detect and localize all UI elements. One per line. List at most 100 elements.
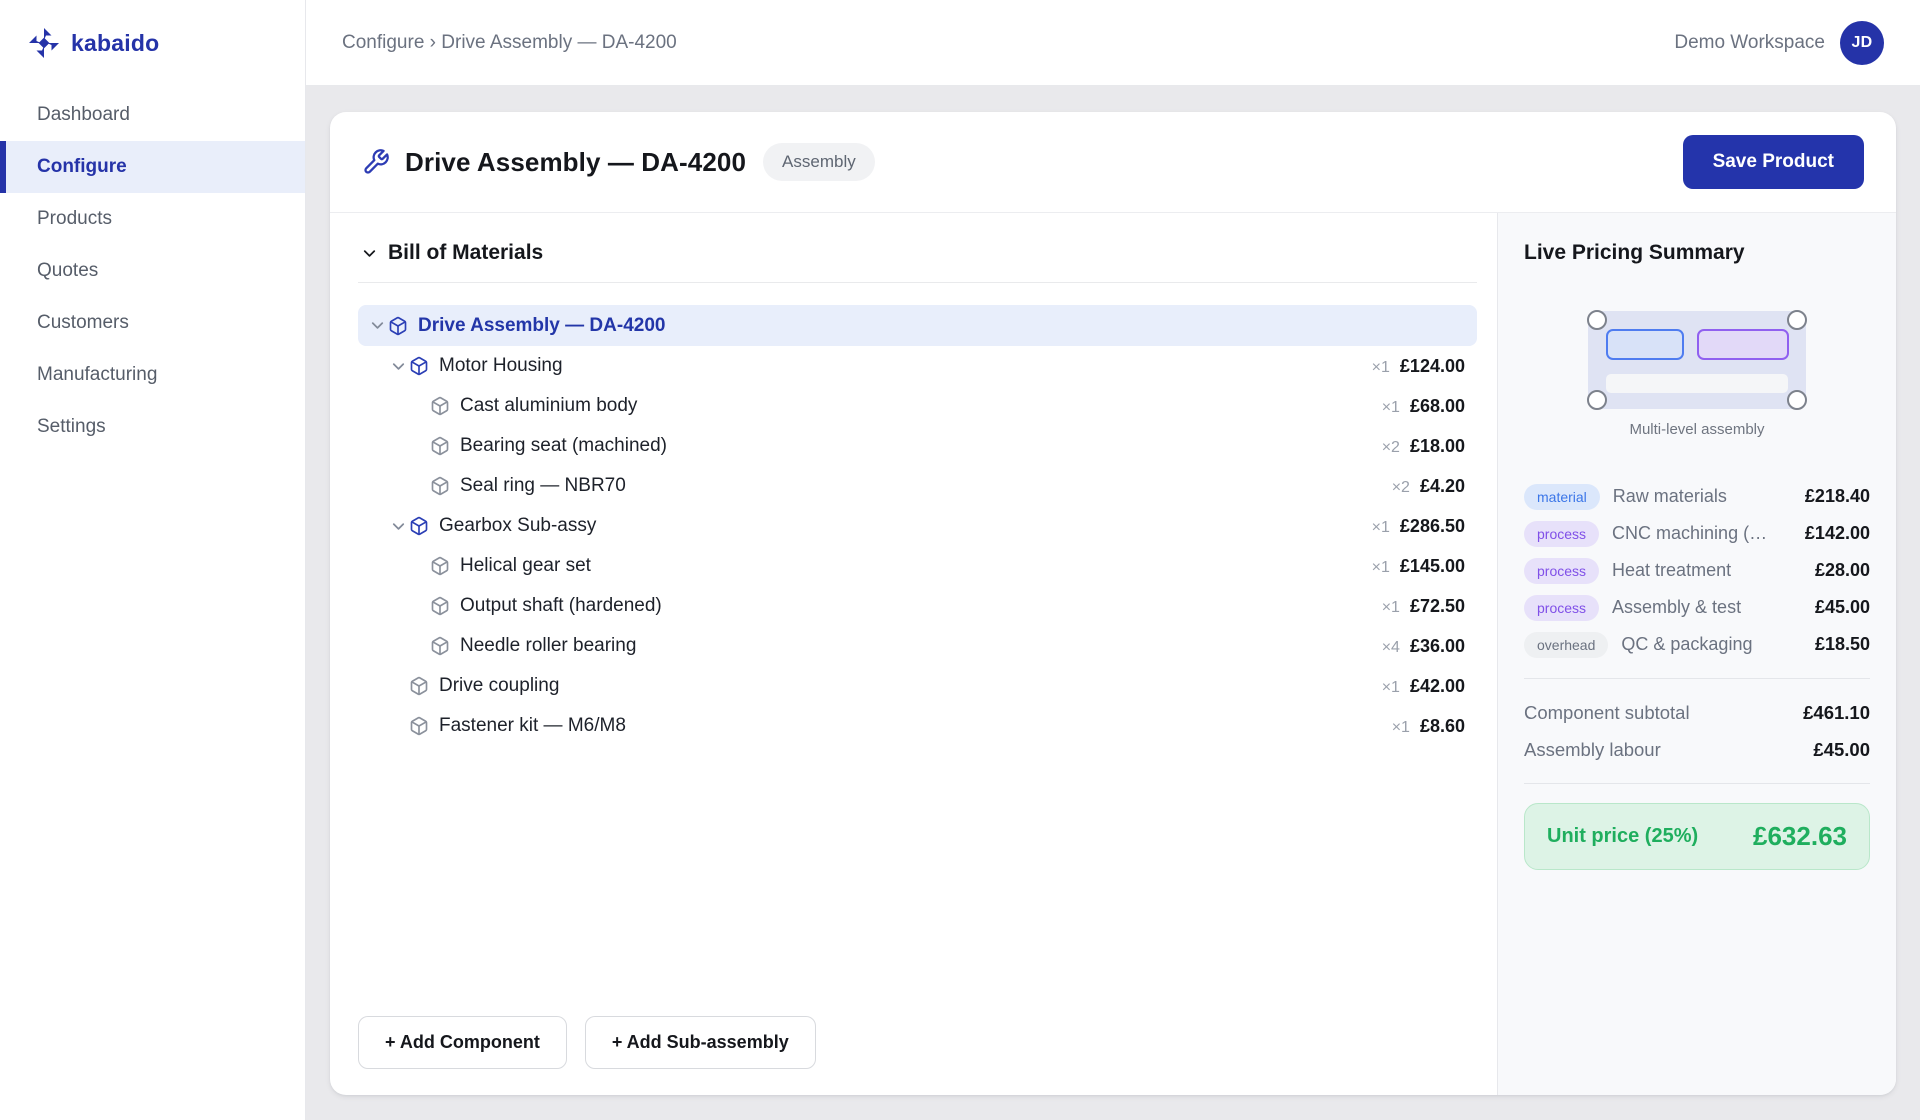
cube-icon — [409, 716, 429, 736]
divider — [1524, 783, 1870, 784]
pricing-line: material Raw materials £218.40 — [1524, 478, 1870, 515]
pricing-line-value: £142.00 — [1805, 523, 1870, 544]
add-component-button[interactable]: + Add Component — [358, 1016, 567, 1069]
chevron-down-icon[interactable] — [389, 517, 408, 536]
bom-row-helical-gear-set[interactable]: Helical gear set ×1 £145.00 — [358, 546, 1477, 586]
bom-row-fastener-kit[interactable]: Fastener kit — M6/M8 ×1 £8.60 — [358, 706, 1477, 746]
cube-icon — [388, 316, 408, 336]
sidebar: kabaido Dashboard Configure Products Quo… — [0, 0, 306, 1120]
cube-icon — [430, 596, 450, 616]
bom-row-label: Fastener kit — M6/M8 — [439, 715, 626, 737]
cube-icon — [430, 556, 450, 576]
sidebar-item-quotes[interactable]: Quotes — [0, 245, 305, 297]
pricing-line-label: Heat treatment — [1612, 560, 1807, 581]
cube-icon — [430, 396, 450, 416]
bom-title: Bill of Materials — [388, 241, 543, 265]
bom-row-qty: ×1 — [1382, 679, 1400, 697]
bom-row-price: £124.00 — [1400, 356, 1465, 377]
divider — [1524, 678, 1870, 679]
sidebar-item-products[interactable]: Products — [0, 193, 305, 245]
bom-row-label: Seal ring — NBR70 — [460, 475, 626, 497]
avatar[interactable]: JD — [1840, 21, 1884, 65]
add-subassembly-button[interactable]: + Add Sub-assembly — [585, 1016, 816, 1069]
topbar-right: Demo Workspace JD — [1674, 21, 1884, 65]
breadcrumb[interactable]: Configure › Drive Assembly — DA-4200 — [342, 32, 677, 54]
cube-icon — [409, 516, 429, 536]
component-subtotal-row: Component subtotal £461.10 — [1524, 694, 1870, 731]
unit-price-box: Unit price (25%) £632.63 — [1524, 803, 1870, 870]
illustration-caption: Multi-level assembly — [1524, 421, 1870, 438]
cube-icon — [430, 436, 450, 456]
bom-row-label: Gearbox Sub-assy — [439, 515, 596, 537]
pricing-line-value: £28.00 — [1815, 560, 1870, 581]
bom-row-price: £68.00 — [1410, 396, 1465, 417]
bom-row-price: £145.00 — [1400, 556, 1465, 577]
pricing-title: Live Pricing Summary — [1524, 241, 1870, 265]
pricing-line: process Assembly & test £45.00 — [1524, 589, 1870, 626]
bom-row-needle-roller-bearing[interactable]: Needle roller bearing ×4£36.00 — [358, 626, 1477, 666]
pricing-line-value: £218.40 — [1805, 486, 1870, 507]
bom-row-price: £8.60 — [1420, 716, 1465, 737]
bom-row-price: £42.00 — [1410, 676, 1465, 697]
bom-row-label: Drive coupling — [439, 675, 559, 697]
cube-icon — [409, 676, 429, 696]
subassembly-block-purple — [1697, 329, 1789, 360]
wrench-icon — [362, 148, 390, 176]
brand-logo[interactable]: kabaido — [0, 0, 305, 89]
assembly-illustration — [1588, 311, 1806, 409]
pricing-line: overhead QC & packaging £18.50 — [1524, 626, 1870, 663]
bom-row-motor-housing[interactable]: Motor Housing ×1 £124.00 — [358, 346, 1477, 386]
bom-row-qty: ×1 — [1372, 359, 1390, 377]
bom-row-bearing-seat[interactable]: Bearing seat (machined) ×2£18.00 — [358, 426, 1477, 466]
sidebar-item-settings[interactable]: Settings — [0, 401, 305, 453]
bom-row-qty: ×1 — [1372, 559, 1390, 577]
corner-node — [1787, 390, 1807, 410]
topbar: Configure › Drive Assembly — DA-4200 Dem… — [306, 0, 1920, 86]
corner-node — [1587, 310, 1607, 330]
bom-row-drive-assembly[interactable]: Drive Assembly — DA-4200 — [358, 305, 1477, 346]
process-badge: process — [1524, 558, 1599, 584]
sidebar-item-dashboard[interactable]: Dashboard — [0, 89, 305, 141]
brand-name: kabaido — [71, 30, 159, 57]
bom-row-seal-ring[interactable]: Seal ring — NBR70 ×2£4.20 — [358, 466, 1477, 506]
sidebar-item-manufacturing[interactable]: Manufacturing — [0, 349, 305, 401]
cube-icon — [409, 356, 429, 376]
chevron-down-icon[interactable] — [368, 316, 387, 335]
pricing-line: process Heat treatment £28.00 — [1524, 552, 1870, 589]
process-badge: process — [1524, 521, 1599, 547]
bom-section-header[interactable]: Bill of Materials — [358, 241, 1477, 283]
bom-row-qty: ×2 — [1392, 479, 1410, 497]
sidebar-item-customers[interactable]: Customers — [0, 297, 305, 349]
card-body: Bill of Materials Drive Assembly — DA-42… — [330, 213, 1896, 1095]
corner-node — [1787, 310, 1807, 330]
bom-row-label: Helical gear set — [460, 555, 591, 577]
bom-row-label: Cast aluminium body — [460, 395, 637, 417]
main-column: Configure › Drive Assembly — DA-4200 Dem… — [306, 0, 1920, 1120]
cube-icon — [430, 636, 450, 656]
sidebar-item-configure[interactable]: Configure — [0, 141, 305, 193]
subassembly-block-blue — [1606, 329, 1684, 360]
save-product-button[interactable]: Save Product — [1683, 135, 1864, 189]
pricing-lines: material Raw materials £218.40 process C… — [1524, 478, 1870, 663]
pricing-panel: Live Pricing Summary Multi-level assembl… — [1497, 213, 1896, 1095]
bom-row-label: Motor Housing — [439, 355, 563, 377]
unit-price-label: Unit price (25%) — [1547, 825, 1698, 848]
bom-row-output-shaft[interactable]: Output shaft (hardened) ×1£72.50 — [358, 586, 1477, 626]
bom-row-gearbox-subassy[interactable]: Gearbox Sub-assy ×1£286.50 — [358, 506, 1477, 546]
bom-row-label: Needle roller bearing — [460, 635, 636, 657]
cube-icon — [430, 476, 450, 496]
sidebar-nav: Dashboard Configure Products Quotes Cust… — [0, 89, 305, 453]
bom-row-drive-coupling[interactable]: Drive coupling ×1 £42.00 — [358, 666, 1477, 706]
chevron-down-icon[interactable] — [389, 357, 408, 376]
bom-row-price: £18.00 — [1410, 436, 1465, 457]
bom-row-qty: ×1 — [1392, 719, 1410, 737]
bom-row-cast-aluminium-body[interactable]: Cast aluminium body ×1£68.00 — [358, 386, 1477, 426]
chevron-down-icon — [360, 244, 379, 263]
material-badge: material — [1524, 484, 1600, 510]
workspace-label: Demo Workspace — [1674, 32, 1825, 54]
pricing-line-label: Raw materials — [1613, 486, 1797, 507]
bom-row-label: Drive Assembly — DA-4200 — [418, 315, 665, 337]
bom-row-price: £286.50 — [1400, 516, 1465, 537]
pricing-line: process CNC machining (… £142.00 — [1524, 515, 1870, 552]
subtotal-value: £461.10 — [1803, 702, 1870, 724]
